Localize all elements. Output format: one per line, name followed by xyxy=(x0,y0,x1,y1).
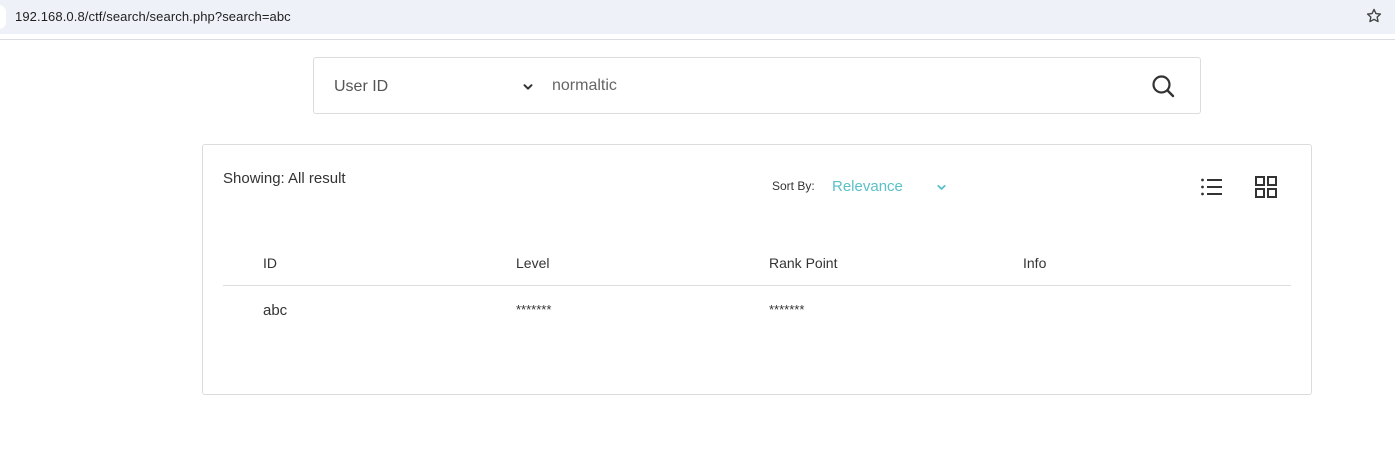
table-cell-rank-point: ******* xyxy=(769,302,805,317)
column-header-rank-point: Rank Point xyxy=(769,255,838,271)
table-cell-id: abc xyxy=(263,302,288,319)
results-count-text: Showing: All result xyxy=(223,170,346,187)
search-bar: User ID xyxy=(313,57,1201,114)
column-header-id: ID xyxy=(263,255,277,271)
table-cell-level: ******* xyxy=(516,302,552,317)
list-view-icon[interactable] xyxy=(1200,176,1224,198)
results-card: Showing: All result Sort By: Relevance I… xyxy=(202,144,1312,395)
sort-by-select[interactable]: Relevance xyxy=(832,175,952,199)
search-input[interactable] xyxy=(552,70,1132,102)
search-field-label: User ID xyxy=(334,78,389,95)
sort-by-label: Sort By: xyxy=(772,179,815,193)
grid-view-icon[interactable] xyxy=(1254,175,1278,199)
search-field-select[interactable]: User ID xyxy=(334,58,534,113)
column-header-level: Level xyxy=(516,255,550,271)
toolbar-divider xyxy=(0,39,1395,40)
search-icon[interactable] xyxy=(1150,73,1176,99)
table-header-divider xyxy=(223,285,1291,286)
chevron-down-icon xyxy=(522,80,534,92)
url-text[interactable]: 192.168.0.8/ctf/search/search.php?search… xyxy=(15,9,291,24)
column-header-info: Info xyxy=(1023,255,1047,271)
chevron-down-icon xyxy=(936,180,947,191)
star-icon[interactable] xyxy=(1365,7,1383,25)
address-bar[interactable]: 192.168.0.8/ctf/search/search.php?search… xyxy=(0,0,1395,34)
address-bar-edge xyxy=(0,5,6,29)
sort-by-value: Relevance xyxy=(832,178,903,195)
